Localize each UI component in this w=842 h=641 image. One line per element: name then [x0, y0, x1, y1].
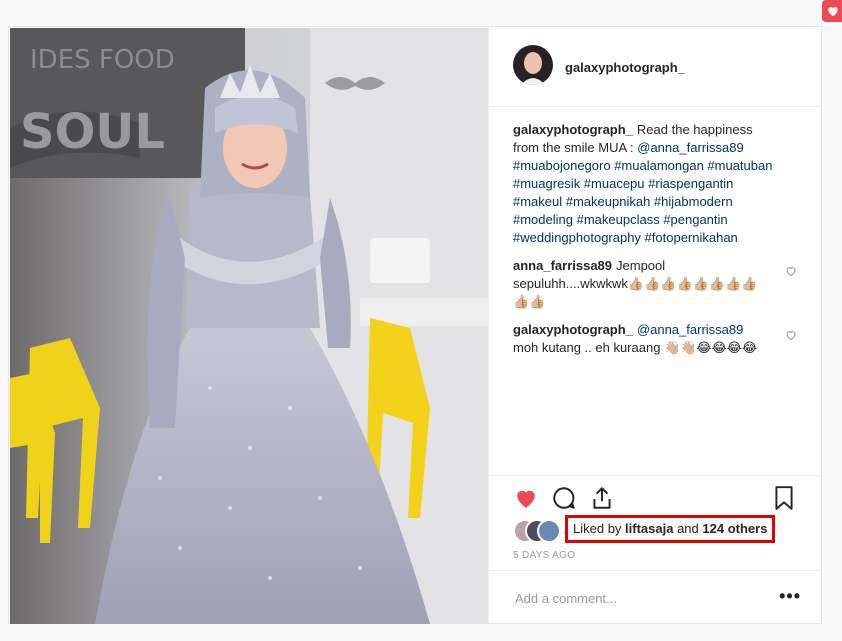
post-side-panel: galaxyphotograph_ galaxyphotograph_ Read …	[488, 27, 821, 623]
comment-input[interactable]	[513, 585, 737, 611]
timestamp[interactable]: 5 DAYS AGO	[513, 550, 575, 561]
heart-filled-icon[interactable]	[513, 485, 539, 511]
caption-hashtags[interactable]: #muabojonegoro #mualamongan #muatuban #m…	[513, 158, 772, 245]
post-card: IDES FOOD SOUL galaxyphotograph_ galaxyp…	[8, 26, 822, 624]
add-comment-section: •••	[489, 570, 821, 625]
post-username[interactable]: galaxyphotograph_	[565, 60, 685, 75]
likes-count[interactable]: Liked by liftasaja and 124 others	[565, 515, 776, 543]
heart-icon	[828, 7, 838, 17]
caption: galaxyphotograph_ Read the happiness from…	[513, 121, 797, 247]
caption-username[interactable]: galaxyphotograph_	[513, 122, 633, 137]
liker-avatar[interactable]	[537, 519, 561, 543]
more-options-button[interactable]: •••	[779, 587, 801, 605]
svg-text:IDES FOOD: IDES FOOD	[30, 45, 175, 75]
list-item: anna_farrissa89 Jempool sepuluhh....wkwkw…	[513, 257, 797, 311]
post-header: galaxyphotograph_	[489, 27, 821, 107]
svg-text:SOUL: SOUL	[20, 104, 165, 160]
comment-username[interactable]: anna_farrissa89	[513, 258, 612, 273]
liked-by-user[interactable]: liftasaja	[625, 521, 673, 536]
comment-icon[interactable]	[551, 485, 577, 511]
list-item: galaxyphotograph_ @anna_farrissa89 moh ku…	[513, 321, 797, 357]
share-icon[interactable]	[589, 485, 615, 511]
comment-mention[interactable]: @anna_farrissa89	[637, 322, 743, 337]
notification-badge[interactable]	[822, 0, 842, 22]
comments-list: galaxyphotograph_ Read the happiness from…	[513, 121, 797, 367]
likes-row: Liked by liftasaja and 124 others	[513, 515, 793, 543]
heart-outline-icon[interactable]	[785, 329, 797, 341]
heart-outline-icon[interactable]	[785, 265, 797, 277]
post-photo[interactable]: IDES FOOD SOUL	[10, 28, 488, 624]
likes-others[interactable]: 124 others	[702, 521, 767, 536]
action-bar	[489, 475, 821, 510]
caption-mention[interactable]: @anna_farrissa89	[637, 140, 743, 155]
bookmark-icon[interactable]	[771, 485, 797, 511]
bride-photo-illustration: IDES FOOD SOUL	[10, 28, 488, 624]
comment-text: moh kutang .. eh kuraang 👋🏼👋🏼😂😂😂😂	[513, 340, 758, 355]
avatar[interactable]	[513, 45, 553, 85]
comment-username[interactable]: galaxyphotograph_	[513, 322, 633, 337]
